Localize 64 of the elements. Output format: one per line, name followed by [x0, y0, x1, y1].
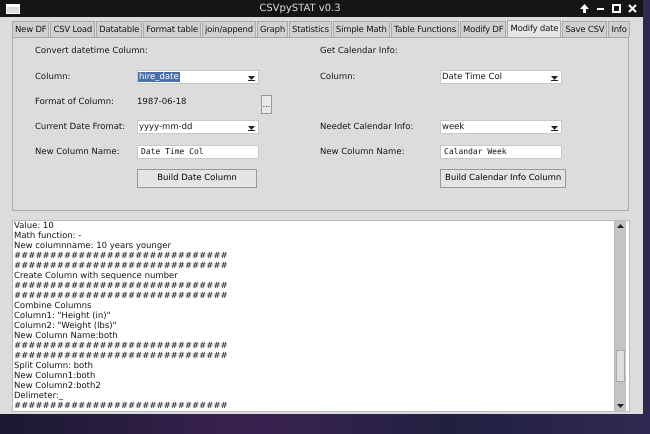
build-button[interactable]: Build Date Column: [137, 168, 257, 188]
dropdown-field[interactable]: Date Time Col: [440, 70, 562, 84]
browse-button[interactable]: ...: [261, 95, 272, 114]
caret-icon: [551, 126, 558, 130]
window-icon: [6, 4, 20, 14]
tab[interactable]: Info: [608, 21, 630, 37]
input-field[interactable]: Calandar Week: [440, 144, 562, 158]
log-line: Delimeter:_: [14, 391, 64, 401]
field-label: Column:: [320, 72, 356, 82]
scrollbar[interactable]: [614, 221, 626, 411]
log-line: Math function: -: [14, 231, 82, 241]
log-line: Column2: "Weight (lbs)": [14, 321, 118, 331]
build-button[interactable]: Build Calendar Info Column: [440, 168, 566, 188]
tab[interactable]: Format table: [143, 21, 201, 37]
tab[interactable]: Graph: [256, 21, 288, 37]
field-label: Format of Column:: [35, 96, 115, 106]
log-line: ##############################: [14, 401, 229, 411]
tab[interactable]: Table Functions: [390, 21, 459, 37]
maximize-icon[interactable]: [612, 4, 621, 13]
tab[interactable]: Modify date: [507, 20, 562, 37]
log-line: Value: 10: [14, 221, 55, 231]
keep-above-icon[interactable]: [580, 4, 589, 13]
log-line: New Column Name:both: [14, 331, 119, 341]
window-title: CSVpySTAT v0.3: [258, 3, 342, 14]
log-line: Column1: "Height (in)": [14, 311, 112, 321]
scroll-down-icon[interactable]: [616, 402, 625, 409]
tab[interactable]: CSV Load: [50, 21, 96, 37]
tab[interactable]: Datatable: [96, 21, 142, 37]
field-label: Column:: [35, 72, 72, 82]
log-line: ##############################: [14, 291, 229, 301]
field-label: New Column Name:: [320, 146, 406, 156]
field-label: Needet Calendar Info:: [320, 122, 414, 132]
input-field[interactable]: Date Time Col: [137, 144, 259, 158]
dropdown-field[interactable]: week: [440, 120, 562, 134]
scroll-thumb[interactable]: [616, 350, 625, 382]
section-heading: Convert datetime Column:: [35, 46, 149, 58]
close-icon[interactable]: [628, 4, 637, 13]
log-line: ##############################: [14, 281, 229, 291]
tab[interactable]: Save CSV: [562, 21, 608, 37]
caret-icon: [248, 76, 255, 80]
tab[interactable]: Modify DF: [460, 21, 506, 37]
log-line: Split Column: both: [14, 361, 94, 371]
tab[interactable]: Simple Math: [332, 21, 390, 37]
log-line: Combine Columns: [14, 301, 92, 311]
caret-icon: [248, 126, 255, 130]
caret-icon: [551, 76, 558, 80]
log-line: Create Column with sequence number: [14, 271, 179, 281]
log-line: ##############################: [14, 251, 229, 261]
field-label: Current Date Fromat:: [35, 122, 126, 132]
dropdown-field[interactable]: yyyy-mm-dd: [137, 120, 259, 134]
log-line: ##############################: [14, 261, 229, 271]
tab[interactable]: Statistics: [289, 21, 332, 37]
dropdown-field[interactable]: hire_date: [137, 70, 259, 84]
field-label: New Column Name:: [35, 146, 120, 156]
log-line: ##############################: [14, 351, 229, 361]
tab[interactable]: New DF: [12, 21, 50, 37]
tab[interactable]: join/append: [202, 21, 256, 37]
log-line: New Column1:both: [14, 371, 96, 381]
log-line: New columnname: 10 years younger: [14, 241, 172, 251]
section-heading: Get Calendar Info:: [320, 46, 399, 58]
log-line: New Column2:both2: [14, 381, 102, 391]
scroll-up-icon[interactable]: [616, 223, 625, 230]
log-line: ##############################: [14, 341, 229, 351]
format-value: 1987-06-18: [137, 96, 188, 106]
